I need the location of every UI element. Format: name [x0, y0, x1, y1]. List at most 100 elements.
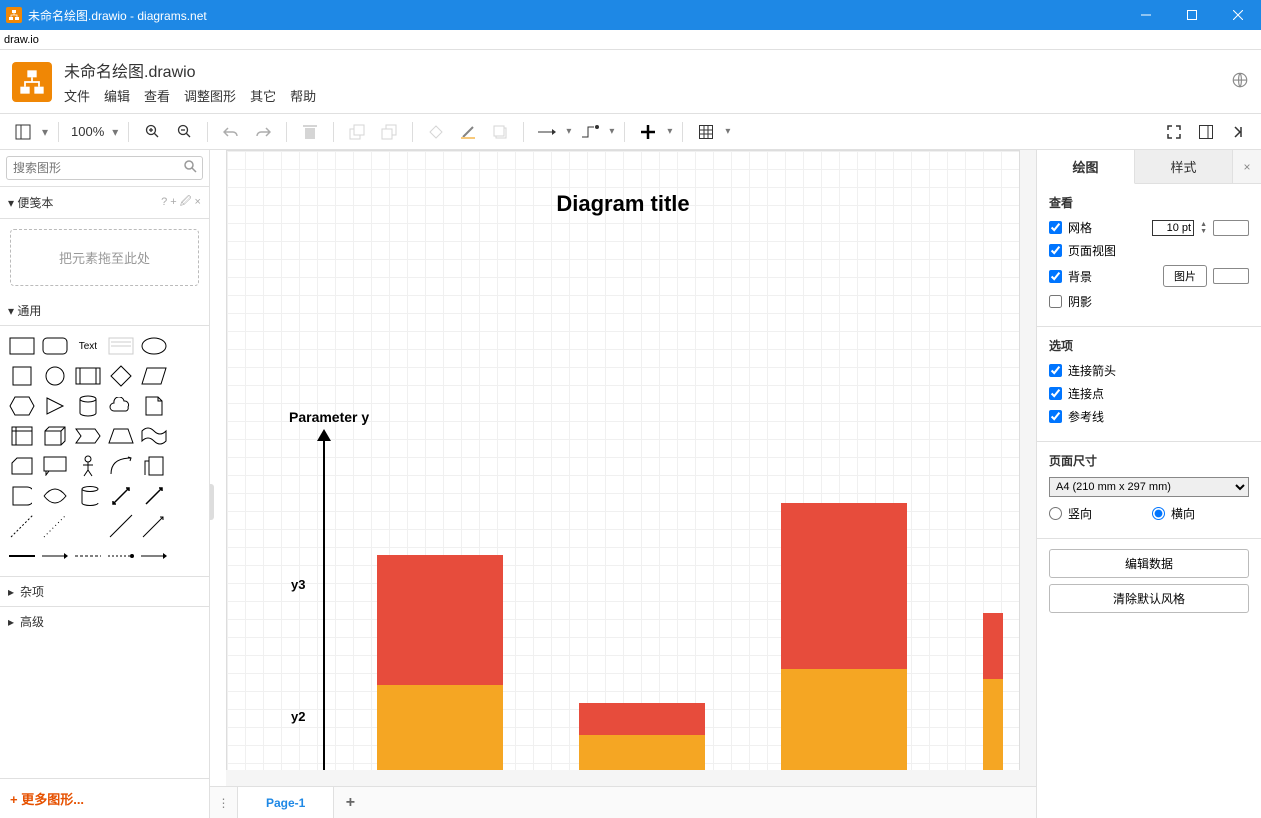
add-page-button[interactable]: +	[334, 794, 366, 812]
shape-roundrect[interactable]	[39, 332, 70, 360]
to-back-button[interactable]	[376, 119, 402, 145]
to-front-button[interactable]	[344, 119, 370, 145]
sidebar-resize-handle[interactable]	[210, 484, 214, 520]
bar-3[interactable]	[781, 503, 907, 785]
tab-diagram[interactable]: 绘图	[1037, 150, 1135, 184]
grid-size-down[interactable]: ▼	[1200, 228, 1207, 235]
shape-data-store[interactable]	[72, 482, 103, 510]
landscape-radio[interactable]	[1152, 507, 1165, 520]
shape-diamond[interactable]	[105, 362, 136, 390]
close-panel-button[interactable]: ×	[1233, 150, 1261, 183]
shape-rect[interactable]	[6, 332, 37, 360]
minimize-button[interactable]	[1123, 0, 1169, 30]
redo-button[interactable]	[250, 119, 276, 145]
pagesize-select[interactable]: A4 (210 mm x 297 mm)	[1049, 477, 1249, 497]
undo-button[interactable]	[218, 119, 244, 145]
shape-tape[interactable]	[139, 422, 170, 450]
zoom-level[interactable]: 100%	[69, 124, 106, 139]
general-header[interactable]: ▾ 通用	[0, 296, 209, 326]
fullscreen-button[interactable]	[1161, 119, 1187, 145]
bar-1[interactable]	[377, 555, 503, 785]
grid-size-input[interactable]	[1152, 220, 1194, 236]
shape-parallelogram[interactable]	[139, 362, 170, 390]
shape-dashed-line[interactable]	[6, 512, 37, 540]
shape-cube[interactable]	[39, 422, 70, 450]
menu-arrange[interactable]: 调整图形	[184, 86, 236, 105]
shape-textbox[interactable]	[105, 332, 136, 360]
edit-data-button[interactable]: 编辑数据	[1049, 549, 1249, 578]
shape-bidir-arrow[interactable]	[105, 482, 136, 510]
shape-curve[interactable]	[105, 452, 136, 480]
shape-arrow-line[interactable]	[139, 512, 170, 540]
shape-doc[interactable]	[139, 392, 170, 420]
shape-cloud[interactable]	[105, 392, 136, 420]
shape-conn-4[interactable]	[105, 542, 136, 570]
insert-button[interactable]	[635, 119, 661, 145]
shape-text[interactable]: Text	[72, 332, 103, 360]
document-title[interactable]: 未命名绘图.drawio	[64, 58, 1219, 82]
portrait-radio[interactable]	[1049, 507, 1062, 520]
menu-view[interactable]: 查看	[144, 86, 170, 105]
misc-header[interactable]: ▸ 杂项	[0, 576, 209, 606]
menu-file[interactable]: 文件	[64, 86, 90, 105]
scrollbar-horizontal[interactable]	[226, 770, 1020, 786]
shape-square[interactable]	[6, 362, 37, 390]
background-checkbox[interactable]	[1049, 270, 1062, 283]
shape-cylinder[interactable]	[72, 392, 103, 420]
shape-ellipse[interactable]	[139, 332, 170, 360]
shadow-button[interactable]	[487, 119, 513, 145]
advanced-header[interactable]: ▸ 高级	[0, 606, 209, 636]
shape-arrow[interactable]	[139, 482, 170, 510]
clear-style-button[interactable]: 清除默认风格	[1049, 584, 1249, 613]
scratchpad-header[interactable]: ▾ 便笺本 ? + 🖉 ×	[0, 187, 209, 219]
menu-edit[interactable]: 编辑	[104, 86, 130, 105]
shape-conn-3[interactable]	[72, 542, 103, 570]
shape-circle[interactable]	[39, 362, 70, 390]
shape-or[interactable]	[6, 482, 37, 510]
shape-doc-alt[interactable]	[139, 452, 170, 480]
collapse-panel-button[interactable]	[1225, 119, 1251, 145]
table-button[interactable]	[693, 119, 719, 145]
points-checkbox[interactable]	[1049, 387, 1062, 400]
more-shapes-button[interactable]: + 更多图形...	[0, 778, 209, 818]
page-menu-button[interactable]: ⋮	[210, 787, 238, 818]
line-color-button[interactable]	[455, 119, 481, 145]
shape-conn-2[interactable]	[39, 542, 70, 570]
shape-callout[interactable]	[39, 452, 70, 480]
shape-internal-storage[interactable]	[6, 422, 37, 450]
zoom-in-button[interactable]	[139, 119, 165, 145]
scratchpad-drop[interactable]: 把元素拖至此处	[10, 229, 199, 286]
fill-color-button[interactable]	[423, 119, 449, 145]
grid-color-swatch[interactable]	[1213, 220, 1249, 236]
shape-line[interactable]	[105, 512, 136, 540]
page-tab-1[interactable]: Page-1	[238, 787, 334, 818]
shape-card[interactable]	[6, 452, 37, 480]
format-panel-button[interactable]	[1193, 119, 1219, 145]
bar-4[interactable]	[983, 613, 1003, 785]
shape-conn-5[interactable]	[139, 542, 170, 570]
background-color-swatch[interactable]	[1213, 268, 1249, 284]
shape-conn-1[interactable]	[6, 542, 37, 570]
shape-dotted-line[interactable]	[39, 512, 70, 540]
shape-triangle[interactable]	[39, 392, 70, 420]
shape-and[interactable]	[39, 482, 70, 510]
menu-help[interactable]: 帮助	[290, 86, 316, 105]
maximize-button[interactable]	[1169, 0, 1215, 30]
close-button[interactable]	[1215, 0, 1261, 30]
scrollbar-vertical[interactable]	[1020, 150, 1036, 786]
shape-step[interactable]	[72, 422, 103, 450]
shape-process[interactable]	[72, 362, 103, 390]
diagram-title[interactable]: Diagram title	[227, 191, 1019, 217]
zoom-out-button[interactable]	[171, 119, 197, 145]
guides-checkbox[interactable]	[1049, 410, 1062, 423]
grid-size-up[interactable]: ▲	[1200, 221, 1207, 228]
background-image-button[interactable]: 图片	[1163, 265, 1207, 287]
shape-actor[interactable]	[72, 452, 103, 480]
shape-trapezoid[interactable]	[105, 422, 136, 450]
pageview-checkbox[interactable]	[1049, 244, 1062, 257]
delete-button[interactable]	[297, 119, 323, 145]
search-input[interactable]	[6, 156, 203, 180]
shadow-checkbox[interactable]	[1049, 295, 1062, 308]
language-icon[interactable]	[1231, 71, 1249, 92]
grid-checkbox[interactable]	[1049, 221, 1062, 234]
